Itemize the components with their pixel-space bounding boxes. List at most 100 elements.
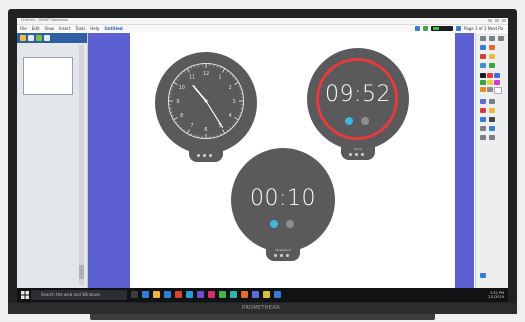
close-button[interactable] [502,19,506,22]
expand-toolbar-icon[interactable] [480,273,486,278]
clock-tick [231,76,234,78]
menu-file[interactable]: File [20,26,27,31]
shapes-icon[interactable] [489,45,495,50]
analog-clock-widget[interactable]: 12 1 2 3 4 5 6 7 8 9 10 11 [155,52,257,162]
clock-tick [237,115,240,117]
table-icon[interactable] [480,126,486,131]
timer-control-dots[interactable] [349,153,364,156]
color-magenta[interactable] [494,80,500,85]
color-orange[interactable] [480,87,486,92]
page-sorter-panel [17,33,88,288]
highlighter-icon[interactable] [489,54,495,59]
stopwatch-control-dots[interactable] [274,254,289,257]
user-icon[interactable] [456,26,461,31]
clock-tick [216,134,218,137]
edge-icon[interactable] [142,291,149,298]
minimize-button[interactable] [488,19,492,22]
redo-icon[interactable] [498,36,504,41]
undo-icon[interactable] [489,36,495,41]
text-tool-icon[interactable] [489,99,495,104]
document-name[interactable]: Untitled [104,26,122,31]
canvas-margin-left [88,33,130,288]
magic-pen-icon[interactable] [480,117,486,122]
clock-numeral: 2 [229,85,232,91]
color-red[interactable] [487,73,493,78]
menu-tools[interactable]: Tools [75,26,85,31]
clock-tick [178,124,181,126]
clock-numeral: 8 [180,113,183,119]
menu-edit[interactable]: Edit [32,26,40,31]
record-tool-icon[interactable] [480,54,486,59]
line-tool-icon[interactable] [489,63,495,68]
menu-help[interactable]: Help [90,26,99,31]
menu-insert[interactable]: Insert [59,26,70,31]
app-icon-2[interactable] [197,291,204,298]
page-thumbnail[interactable] [23,57,73,95]
eraser-icon[interactable] [480,63,486,68]
color-yellow[interactable] [487,80,493,85]
pointer-icon[interactable] [489,108,495,113]
clock-tick [229,126,231,129]
timer-display: 09:52 [325,82,391,107]
clock-numeral: 3 [232,99,235,105]
gallery-icon[interactable] [28,35,34,41]
clock-tick [220,67,222,70]
color-gray[interactable] [487,87,493,92]
clock-tick [234,121,237,123]
color-green[interactable] [480,80,486,85]
stopwatch-reset-button[interactable] [286,220,294,228]
properties-icon[interactable] [44,35,50,41]
pen-tool-icon[interactable] [480,45,486,50]
fill-icon[interactable] [480,99,486,104]
record-icon[interactable] [423,26,428,31]
clock-numeral: 9 [176,99,179,105]
page-sorter-icon[interactable] [20,35,26,41]
text-large-icon[interactable] [489,117,495,122]
measurement-icon[interactable] [480,135,486,140]
app-icon-7[interactable] [252,291,259,298]
smart-notebook-icon[interactable] [274,291,281,298]
screen-shade-icon[interactable] [489,126,495,131]
app-icon-1[interactable] [186,291,193,298]
stopwatch-play-button[interactable] [270,220,278,228]
settings-icon[interactable] [489,135,495,140]
file-explorer-icon[interactable] [153,291,160,298]
title-bar: Untitled - SMART Notebook [17,18,508,25]
countdown-timer-widget[interactable]: 09:52 Timer [307,48,409,160]
panel-scrollbar[interactable] [79,45,84,285]
select-tool-icon[interactable] [480,36,486,41]
clock-tick [234,79,237,81]
app-icon-6[interactable] [241,291,248,298]
taskbar-apps [131,291,281,298]
windows-start-icon[interactable] [21,291,29,299]
store-icon[interactable] [164,291,171,298]
clock-tick [170,89,173,91]
share-icon[interactable] [415,26,420,31]
app-icon-5[interactable] [230,291,237,298]
app-icon-3[interactable] [208,291,215,298]
page-counter[interactable]: Page 1 of 1 Next Pa [464,26,503,31]
attachments-icon[interactable] [36,35,42,41]
timer-play-button[interactable] [345,117,353,125]
clock-tick [190,132,192,135]
app-icon-8[interactable] [263,291,270,298]
taskbar-search-input[interactable]: Search the web and Windows [31,290,127,300]
color-black[interactable] [480,73,486,78]
marker-icon[interactable] [480,108,486,113]
clock-control-dots[interactable] [197,154,212,157]
timer-reset-button[interactable] [361,117,369,125]
system-tray[interactable]: 3:32 PM 2/1/2019 [488,291,504,299]
maximize-button[interactable] [495,19,499,22]
office-icon[interactable] [175,291,182,298]
stopwatch-widget[interactable]: 00:10 Stopwatch [231,148,335,261]
task-view-icon[interactable] [131,291,138,298]
clock-numeral: 10 [179,85,185,91]
color-white[interactable] [494,87,502,94]
clock-tick [190,67,192,70]
clock-numeral: 12 [203,71,209,77]
connection-status[interactable] [431,26,453,31]
menu-view[interactable]: View [44,26,54,31]
color-blue[interactable] [494,73,500,78]
app-icon-4[interactable] [219,291,226,298]
clock-tick [184,70,186,73]
